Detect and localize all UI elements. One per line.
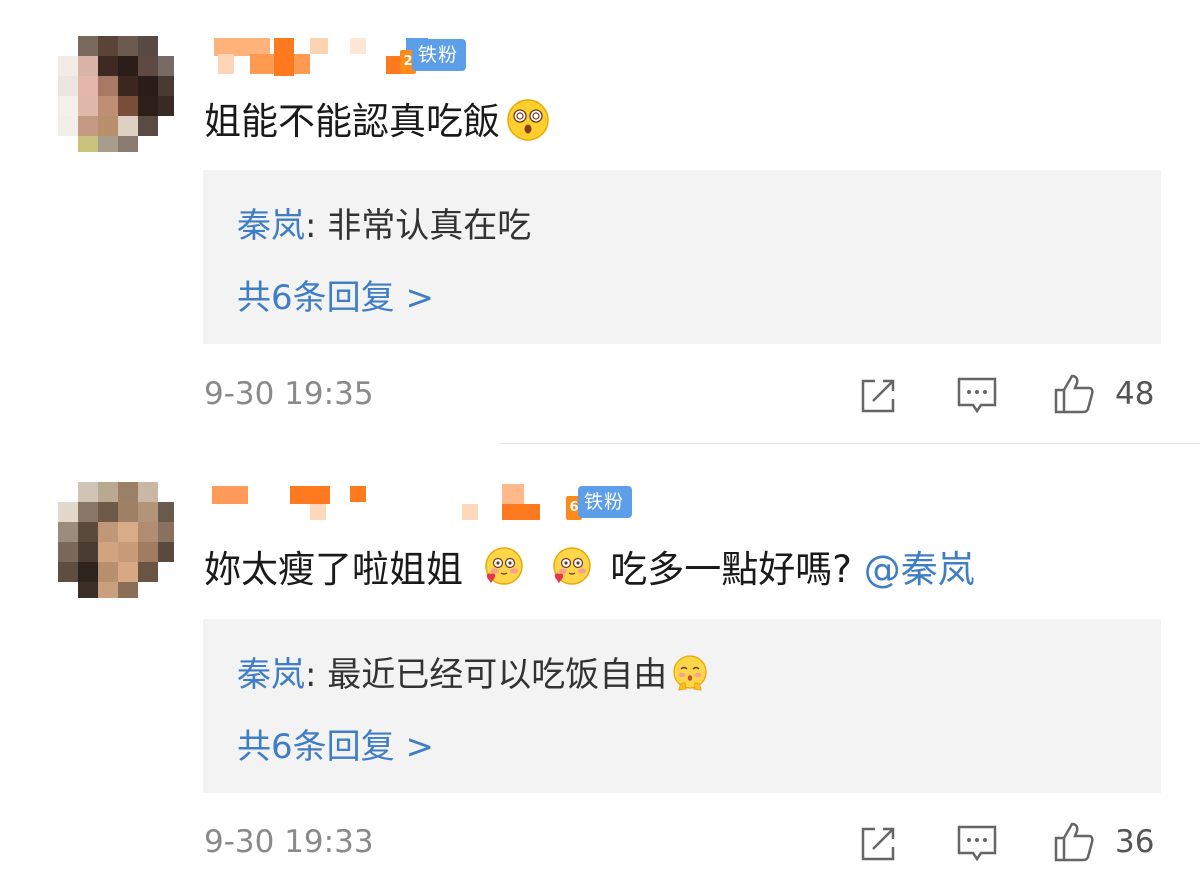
comment-icon[interactable] [955, 373, 999, 417]
share-icon[interactable] [857, 373, 901, 417]
reply-preview[interactable]: 秦岚: 非常认真在吃 共6条回复 > [203, 170, 1161, 344]
timestamp: 9-30 19:33 [204, 824, 374, 860]
comment-text-content: 姐能不能認真吃飯 [204, 100, 500, 143]
thumbs-up-icon[interactable] [1052, 372, 1096, 416]
shy-face-emoji [673, 655, 707, 691]
reply-text: 非常认真在吃 [327, 206, 532, 246]
mention-link[interactable]: @秦岚 [864, 548, 975, 591]
reply-author[interactable]: 秦岚 [237, 655, 305, 695]
avatar[interactable] [58, 482, 174, 598]
thumbs-up-icon[interactable] [1052, 820, 1096, 864]
fan-badge: 铁粉 [578, 486, 633, 518]
avatar[interactable] [58, 36, 174, 152]
share-icon[interactable] [857, 821, 901, 865]
reply-line: 秦岚: 非常认真在吃 [237, 198, 531, 247]
reply-preview[interactable]: 秦岚: 最近已经可以吃饭自由 共6条回复 > [203, 619, 1161, 793]
reply-text: 最近已经可以吃饭自由 [327, 655, 668, 695]
comment-text: 姐能不能認真吃飯 [204, 98, 556, 145]
reply-separator: : [305, 655, 328, 695]
reply-line: 秦岚: 最近已经可以吃饭自由 [237, 647, 709, 696]
comment-text-content: 吃多一點好嗎? [610, 548, 852, 591]
reply-separator: : [305, 206, 328, 246]
like-count: 36 [1115, 824, 1155, 860]
fan-badge: 铁粉 [412, 39, 467, 71]
view-replies-link[interactable]: 共6条回复 > [237, 719, 434, 768]
timestamp: 9-30 19:35 [204, 376, 374, 412]
like-count: 48 [1115, 376, 1155, 412]
comment-text-content: 妳太瘦了啦姐姐 [204, 548, 463, 591]
comment-icon[interactable] [955, 821, 999, 865]
reply-author[interactable]: 秦岚 [237, 206, 305, 246]
comment-item: 6 铁粉 妳太瘦了啦姐姐 吃多一點好嗎? @秦岚 秦岚: 最近已经可以吃饭自由 [0, 444, 1200, 879]
dizzy-face-emoji [507, 99, 549, 141]
comment-item: 2 铁粉 姐能不能認真吃飯 秦岚: 非常认真在吃 共6条回复 > 9-30 19… [0, 0, 1200, 443]
view-replies-link[interactable]: 共6条回复 > [237, 270, 434, 319]
username-blurred[interactable] [210, 482, 570, 522]
love-face-emoji [552, 547, 591, 585]
comment-text: 妳太瘦了啦姐姐 吃多一點好嗎? @秦岚 [204, 546, 975, 593]
love-face-emoji [485, 547, 523, 585]
